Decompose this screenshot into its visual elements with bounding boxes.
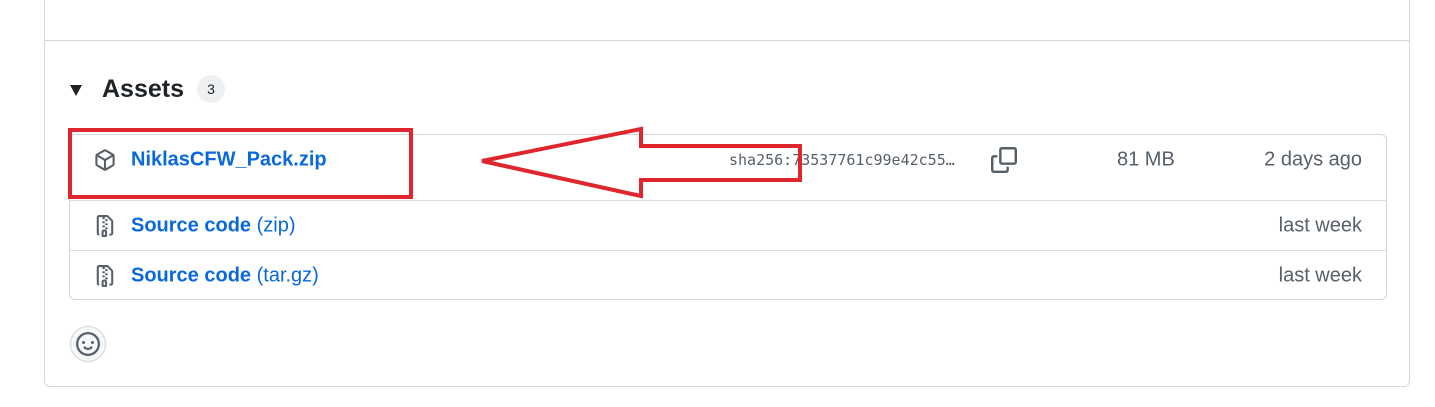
file-zip-icon — [96, 214, 114, 237]
asset-row: Source code (zip) last week — [70, 200, 1386, 250]
asset-name: Source code — [131, 214, 252, 236]
asset-format: (zip) — [251, 214, 296, 236]
asset-date: last week — [1278, 214, 1362, 236]
source-code-zip-link[interactable]: Source code (zip) — [131, 214, 296, 237]
package-icon — [95, 149, 115, 171]
assets-title: Assets — [102, 74, 184, 103]
asset-format: (tar.gz) — [251, 264, 319, 286]
caret-down-icon[interactable] — [70, 85, 82, 96]
assets-header[interactable]: Assets 3 — [70, 72, 225, 106]
asset-date: last week — [1278, 264, 1362, 286]
asset-sha256: sha256:73537761c99e42c55… — [729, 151, 955, 169]
copy-icon[interactable] — [991, 147, 1017, 173]
asset-date: 2 days ago — [1264, 148, 1362, 171]
file-zip-icon — [96, 264, 114, 287]
asset-link-niklascfw-pack[interactable]: NiklasCFW_Pack.zip — [131, 149, 327, 172]
asset-size: 81 MB — [1117, 148, 1175, 171]
asset-name: Source code — [131, 264, 252, 286]
smiley-icon — [76, 332, 100, 356]
assets-list: NiklasCFW_Pack.zip sha256:73537761c99e42… — [69, 134, 1387, 300]
section-divider — [44, 40, 1410, 41]
add-reaction-button[interactable] — [70, 326, 106, 362]
assets-count-badge: 3 — [197, 75, 225, 103]
asset-row: NiklasCFW_Pack.zip sha256:73537761c99e42… — [70, 135, 1386, 185]
asset-row: Source code (tar.gz) last week — [70, 250, 1386, 300]
source-code-targz-link[interactable]: Source code (tar.gz) — [131, 264, 319, 287]
asset-name: NiklasCFW_Pack.zip — [131, 148, 327, 171]
